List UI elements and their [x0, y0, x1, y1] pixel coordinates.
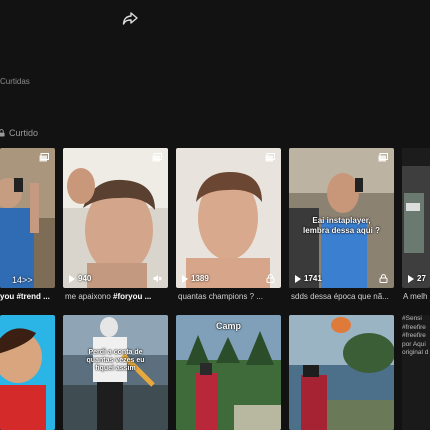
lock-icon: [0, 129, 5, 137]
view-count: 1741: [295, 274, 322, 283]
view-count: 940: [69, 274, 91, 283]
video-card[interactable]: 940: [63, 148, 168, 288]
video-thumbnail: [63, 148, 168, 288]
video-thumbnail: [0, 315, 55, 430]
view-count: 27: [408, 274, 426, 283]
video-thumbnail: [0, 148, 55, 288]
video-card[interactable]: #Sensi #freefire #freefire por Aqui orig…: [402, 315, 430, 430]
video-card[interactable]: [0, 315, 55, 430]
video-thumbnail: [176, 148, 281, 288]
video-overlay-text: Perdi a conta de quantas vezes eu fiquei…: [86, 349, 145, 372]
video-card[interactable]: Camp: [176, 315, 281, 430]
play-icon: [408, 274, 414, 283]
video-caption: me apaixono #foryou ...: [65, 292, 152, 301]
play-icon: [295, 274, 301, 283]
video-caption-preview: #Sensi #freefire #freefire por Aqui orig…: [402, 315, 429, 356]
section-liked-header: Curtido: [0, 128, 38, 138]
play-icon: [182, 274, 188, 283]
multi-photo-icon: [152, 153, 162, 162]
view-count: 14>>: [12, 275, 33, 285]
video-caption: A melh: [403, 292, 428, 301]
multi-photo-icon: [39, 153, 49, 162]
play-icon: [69, 274, 75, 283]
muted-speaker-icon: [153, 275, 162, 282]
video-card[interactable]: Eai instaplayer, lembra dessa aqui ? 174…: [289, 148, 394, 288]
view-count: 1389: [182, 274, 209, 283]
video-overlay-text: Camp: [215, 321, 241, 331]
video-card[interactable]: Perdi a conta de quantas vezes eu fiquei…: [63, 315, 168, 430]
multi-photo-icon: [378, 153, 388, 162]
multi-photo-icon: [265, 153, 275, 162]
video-card[interactable]: 1389: [176, 148, 281, 288]
video-thumbnail: [402, 148, 430, 288]
video-overlay-text: Eai instaplayer, lembra dessa aqui ?: [303, 216, 380, 235]
video-caption: you #trend ...: [0, 292, 50, 301]
lock-icon: [379, 274, 388, 283]
video-thumbnail: [176, 315, 281, 430]
video-card[interactable]: 14>>: [0, 148, 55, 288]
video-card[interactable]: [289, 315, 394, 430]
video-thumbnail: [289, 315, 394, 430]
section-title: Curtido: [9, 128, 39, 138]
lock-icon: [266, 274, 275, 283]
video-caption: sdds dessa época que nã...: [291, 292, 389, 301]
video-caption: quantas champions ? ...: [178, 292, 263, 301]
tab-liked[interactable]: Curtidas: [0, 77, 30, 86]
video-card[interactable]: 27: [402, 148, 430, 288]
share-arrow-icon[interactable]: [122, 10, 138, 26]
